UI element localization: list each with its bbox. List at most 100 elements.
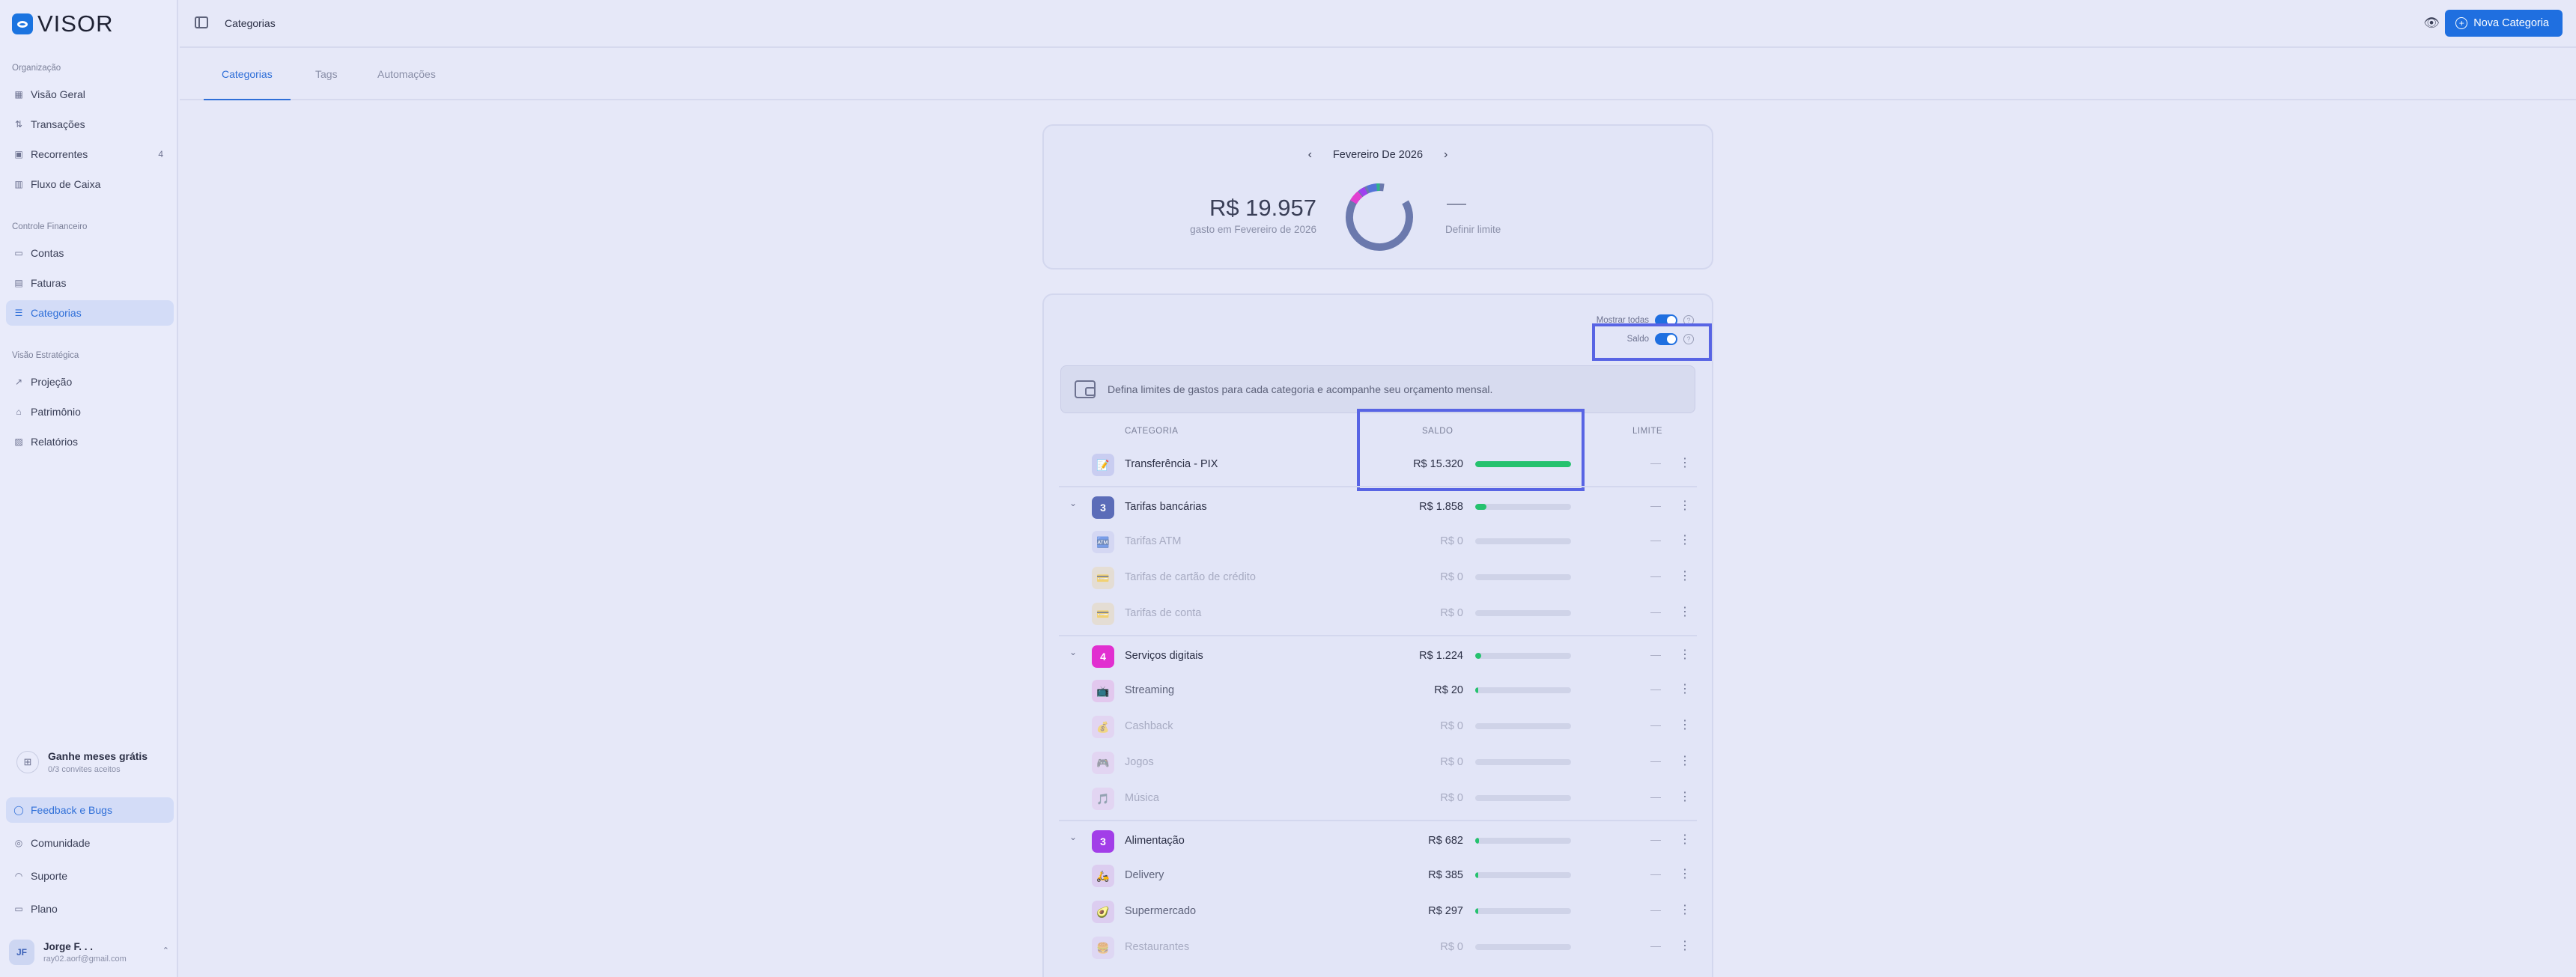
limit-value[interactable]: — xyxy=(1650,719,1661,731)
subcategory-row[interactable]: 🎵 Música R$ 0 — ⋮ xyxy=(1059,779,1697,815)
subcategory-row[interactable]: 💳 Tarifas de cartão de crédito R$ 0 — ⋮ xyxy=(1059,558,1697,594)
sidebar-item-label: Contas xyxy=(31,247,64,259)
subcategory-row[interactable]: 🛵 Delivery R$ 385 — ⋮ xyxy=(1059,856,1697,892)
section-title-organizacao: Organização xyxy=(12,64,61,73)
subcategory-row[interactable]: 💰 Cashback R$ 0 — ⋮ xyxy=(1059,707,1697,743)
user-menu[interactable]: JF Jorge F. . . ray02.aorf@gmail.com ⌃ xyxy=(9,937,172,968)
sidebar-item-visao-geral[interactable]: ▦ Visão Geral xyxy=(6,82,174,107)
sidebar-item-transacoes[interactable]: ⇅ Transações xyxy=(6,112,174,137)
avocado-icon: 🥑 xyxy=(1092,901,1114,923)
toggle-sidebar-icon[interactable] xyxy=(195,16,208,28)
trend-icon: ↗ xyxy=(14,377,23,387)
limit-value[interactable]: — xyxy=(1650,648,1661,660)
chevron-down-icon[interactable]: ⌄ xyxy=(1069,832,1077,842)
category-row[interactable]: ⌄ 3 Alimentação R$ 682 — ⋮ xyxy=(1059,820,1697,856)
eye-icon[interactable]: 👁 xyxy=(2423,16,2440,30)
limit-value[interactable]: — xyxy=(1650,833,1661,845)
sidebar-item-fluxo-de-caixa[interactable]: ▥ Fluxo de Caixa xyxy=(6,171,174,197)
more-options-icon[interactable]: ⋮ xyxy=(1679,455,1691,470)
spent-caption: gasto em Fevereiro de 2026 xyxy=(1190,224,1316,235)
balance-amount: R$ 15.320 xyxy=(1413,458,1463,470)
limit-value[interactable]: — xyxy=(1650,868,1661,880)
limit-value[interactable]: — xyxy=(1650,904,1661,916)
subcategory-row[interactable]: 🍔 Restaurantes R$ 0 — ⋮ xyxy=(1059,928,1697,964)
headset-icon: ◠ xyxy=(14,871,23,881)
limit-value[interactable]: — xyxy=(1650,940,1661,952)
category-row[interactable]: ⌄ 4 Serviços digitais R$ 1.224 — ⋮ xyxy=(1059,635,1697,671)
app-logo[interactable]: VISOR xyxy=(12,10,113,37)
invite-card[interactable]: ⊞ Ganhe meses grátis 0/3 convites aceito… xyxy=(16,750,148,774)
more-options-icon[interactable]: ⋮ xyxy=(1679,902,1691,917)
subcategory-row[interactable]: 🥑 Supermercado R$ 297 — ⋮ xyxy=(1059,892,1697,928)
limit-value[interactable]: — xyxy=(1650,570,1661,582)
sidebar-item-patrimonio[interactable]: ⌂ Patrimônio xyxy=(6,399,174,424)
wallet-icon xyxy=(1075,380,1096,398)
balance-amount: R$ 297 xyxy=(1428,905,1463,917)
set-limit-link[interactable]: Definir limite xyxy=(1445,224,1501,235)
more-options-icon[interactable]: ⋮ xyxy=(1679,604,1691,619)
sidebar-item-comunidade[interactable]: ◎ Comunidade xyxy=(6,830,174,856)
subcategory-row[interactable]: 💳 Tarifas de conta R$ 0 — ⋮ xyxy=(1059,594,1697,630)
more-options-icon[interactable]: ⋮ xyxy=(1679,681,1691,696)
more-options-icon[interactable]: ⋮ xyxy=(1679,568,1691,583)
more-options-icon[interactable]: ⋮ xyxy=(1679,832,1691,847)
chevron-down-icon[interactable]: ⌄ xyxy=(1069,647,1077,657)
tab-categorias[interactable]: Categorias xyxy=(204,48,291,100)
category-row[interactable]: 📝 Transferência - PIX R$ 15.320 — ⋮ xyxy=(1059,445,1697,481)
sidebar-item-label: Suporte xyxy=(31,870,68,882)
tab-automacoes[interactable]: Automações xyxy=(377,48,436,100)
limit-value[interactable]: — xyxy=(1650,755,1661,767)
card-icon: 💳 xyxy=(1092,603,1114,625)
sidebar-item-recorrentes[interactable]: ▣ Recorrentes 4 xyxy=(6,141,174,167)
summary-card: ‹ Fevereiro De 2026 › R$ 19.957 gasto em… xyxy=(1042,124,1713,270)
balance-amount: R$ 20 xyxy=(1434,684,1463,696)
subcategory-row[interactable]: 📺 Streaming R$ 20 — ⋮ xyxy=(1059,671,1697,707)
limit-value[interactable]: — xyxy=(1650,683,1661,695)
sidebar-item-relatorios[interactable]: ▨ Relatórios xyxy=(6,429,174,454)
chevron-left-icon[interactable]: ‹ xyxy=(1308,148,1312,162)
more-options-icon[interactable]: ⋮ xyxy=(1679,938,1691,953)
sidebar-item-plano[interactable]: ▭ Plano xyxy=(6,896,174,922)
balance-progress-bar xyxy=(1475,538,1571,544)
sidebar-item-feedback[interactable]: ◯ Feedback e Bugs xyxy=(6,797,174,823)
balance-progress-fill xyxy=(1475,838,1480,844)
sidebar-item-suporte[interactable]: ◠ Suporte xyxy=(6,863,174,889)
more-options-icon[interactable]: ⋮ xyxy=(1679,866,1691,881)
more-options-icon[interactable]: ⋮ xyxy=(1679,532,1691,547)
tab-tags[interactable]: Tags xyxy=(315,48,338,100)
info-banner: Defina limites de gastos para cada categ… xyxy=(1060,365,1695,413)
chevron-right-icon[interactable]: › xyxy=(1444,148,1448,162)
user-email: ray02.aorf@gmail.com xyxy=(43,955,127,964)
sidebar-item-projecao[interactable]: ↗ Projeção xyxy=(6,369,174,395)
chevron-down-icon[interactable]: ⌄ xyxy=(1069,498,1077,508)
more-options-icon[interactable]: ⋮ xyxy=(1679,717,1691,732)
new-category-button[interactable]: + Nova Categoria xyxy=(2445,10,2563,37)
limit-value[interactable]: — xyxy=(1650,606,1661,618)
limit-value[interactable]: — xyxy=(1650,457,1661,469)
memo-icon: 📝 xyxy=(1092,454,1114,476)
balance-progress-fill xyxy=(1475,653,1481,659)
balance-amount: R$ 1.858 xyxy=(1419,501,1463,513)
more-options-icon[interactable]: ⋮ xyxy=(1679,753,1691,768)
subcategory-row[interactable]: 🎮 Jogos R$ 0 — ⋮ xyxy=(1059,743,1697,779)
plus-circle-icon: + xyxy=(2455,17,2468,29)
sidebar-item-categorias[interactable]: ☰ Categorias xyxy=(6,300,174,326)
limit-value[interactable]: — xyxy=(1650,534,1661,546)
limit-value[interactable]: — xyxy=(1650,791,1661,803)
balance-amount: R$ 1.224 xyxy=(1419,650,1463,662)
category-name: Streaming xyxy=(1125,684,1175,696)
gift-icon: ⊞ xyxy=(16,751,39,773)
more-options-icon[interactable]: ⋮ xyxy=(1679,789,1691,804)
more-options-icon[interactable]: ⋮ xyxy=(1679,498,1691,513)
sidebar-item-faturas[interactable]: ▤ Faturas xyxy=(6,270,174,296)
sidebar-item-contas[interactable]: ▭ Contas xyxy=(6,240,174,266)
burger-icon: 🍔 xyxy=(1092,937,1114,959)
header-category: CATEGORIA xyxy=(1125,427,1179,436)
more-options-icon[interactable]: ⋮ xyxy=(1679,647,1691,662)
limit-value[interactable]: — xyxy=(1650,499,1661,511)
category-row[interactable]: ⌄ 3 Tarifas bancárias R$ 1.858 — ⋮ xyxy=(1059,486,1697,522)
subcategory-row[interactable]: 🏧 Tarifas ATM R$ 0 — ⋮ xyxy=(1059,522,1697,558)
subcategory-count-badge: 3 xyxy=(1092,830,1114,853)
month-selector: ‹ Fevereiro De 2026 › xyxy=(1044,148,1712,162)
balance-progress-bar xyxy=(1475,687,1571,693)
